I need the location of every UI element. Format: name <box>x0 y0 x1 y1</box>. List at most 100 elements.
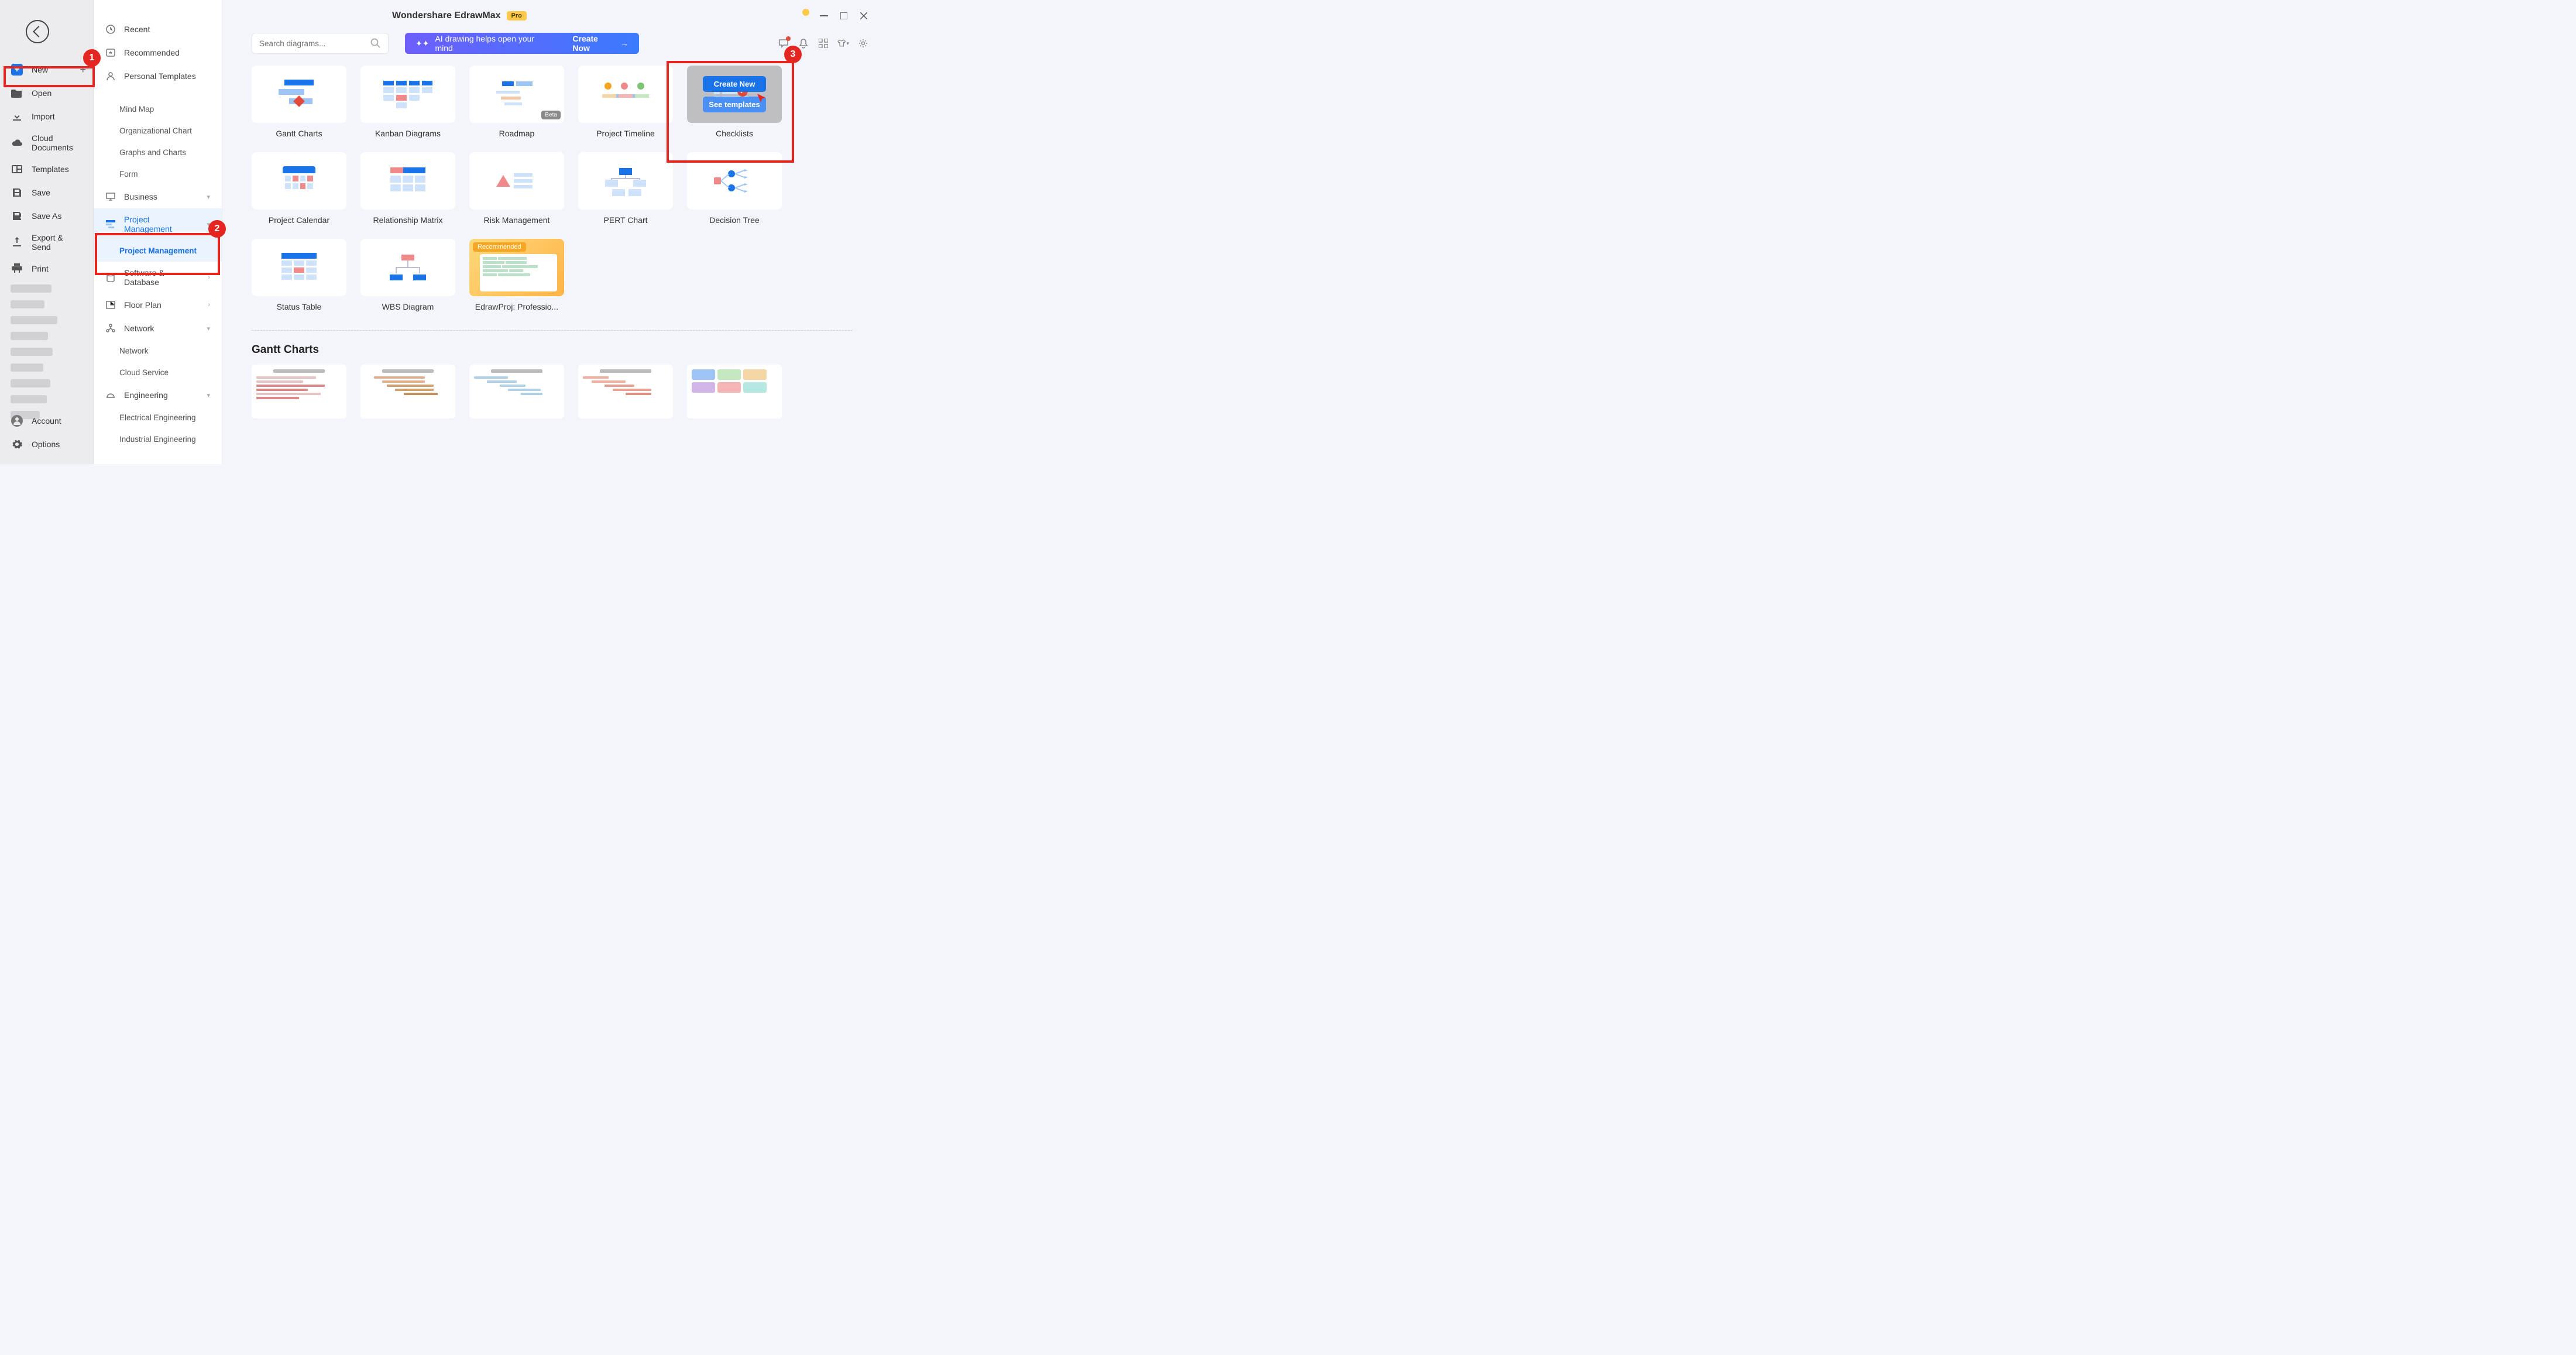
subcategory-industrial[interactable]: Industrial Engineering <box>94 428 222 450</box>
floorplan-icon <box>105 300 116 310</box>
category-recommended[interactable]: Recommended <box>94 41 222 64</box>
left-sidebar: + New + Open Import Cloud Documents Temp… <box>0 0 94 464</box>
sidebar-item-templates[interactable]: Templates <box>0 157 93 181</box>
sidebar-label: Cloud Documents <box>32 133 83 152</box>
template-checklists[interactable]: ✓ Create New See templates Checklists <box>687 66 782 138</box>
network-icon <box>105 323 116 334</box>
print-icon <box>11 262 23 275</box>
database-icon <box>105 272 116 283</box>
subcategory-form[interactable]: Form <box>94 163 222 185</box>
ai-banner-text: AI drawing helps open your mind <box>435 34 552 53</box>
subcategory-network[interactable]: Network <box>94 340 222 362</box>
template-risk[interactable]: Risk Management <box>469 152 564 225</box>
subcategory-electrical[interactable]: Electrical Engineering <box>94 407 222 428</box>
sidebar-label: Open <box>32 88 51 98</box>
create-new-button[interactable]: Create New <box>703 76 766 92</box>
sidebar-item-print[interactable]: Print <box>0 257 93 280</box>
category-personal[interactable]: Personal Templates <box>94 64 222 88</box>
chevron-right-icon: › <box>208 301 210 308</box>
template-timeline[interactable]: Project Timeline <box>578 66 673 138</box>
shirt-icon[interactable]: ▾ <box>837 37 849 49</box>
category-software[interactable]: Software & Database › <box>94 262 222 293</box>
sidebar-label: Export & Send <box>32 233 83 252</box>
template-kanban[interactable]: Kanban Diagrams <box>360 66 455 138</box>
sidebar-item-export[interactable]: Export & Send <box>0 228 93 257</box>
category-label: Engineering <box>124 390 168 400</box>
template-preview[interactable] <box>687 365 782 418</box>
category-engineering[interactable]: Engineering ▾ <box>94 383 222 407</box>
subcategory-graphs[interactable]: Graphs and Charts <box>94 142 222 163</box>
beta-badge: Beta <box>541 111 561 119</box>
template-pert[interactable]: PERT Chart <box>578 152 673 225</box>
saveas-icon <box>11 210 23 222</box>
sidebar-item-new[interactable]: + New + <box>0 58 93 81</box>
category-project-management[interactable]: Project Management ▾ <box>94 208 222 240</box>
sidebar-blurred-item <box>0 376 93 391</box>
save-icon <box>11 186 23 199</box>
sidebar-blurred-item <box>0 313 93 328</box>
sidebar-label: New <box>32 65 48 74</box>
sidebar-item-save[interactable]: Save <box>0 181 93 204</box>
category-sidebar: Recent Recommended Personal Templates Mi… <box>94 0 222 464</box>
subcategory-orgchart[interactable]: Organizational Chart <box>94 120 222 142</box>
sidebar-item-options[interactable]: Options <box>0 433 93 456</box>
category-label: Network <box>124 324 154 333</box>
chevron-right-icon: › <box>208 274 210 281</box>
template-gantt-charts[interactable]: Gantt Charts <box>252 66 346 138</box>
search-icon[interactable] <box>370 38 381 49</box>
add-icon: + <box>80 64 86 76</box>
presentation-icon <box>105 191 116 202</box>
template-roadmap[interactable]: Beta Roadmap <box>469 66 564 138</box>
sidebar-label: Save As <box>32 211 61 221</box>
sidebar-item-cloud[interactable]: Cloud Documents <box>0 128 93 157</box>
template-calendar[interactable]: Project Calendar <box>252 152 346 225</box>
main-content: Wondershare EdrawMax Pro ✦✦ AI drawing h… <box>222 0 882 464</box>
template-edrawproj[interactable]: Recommended EdrawProj: Professio... <box>469 239 564 311</box>
category-label: Floor Plan <box>124 300 162 310</box>
see-templates-button[interactable]: See templates <box>703 97 766 112</box>
category-network[interactable]: Network ▾ <box>94 317 222 340</box>
ai-banner[interactable]: ✦✦ AI drawing helps open your mind Creat… <box>405 33 639 54</box>
cursor-icon <box>757 94 768 104</box>
sidebar-blurred-item <box>0 360 93 375</box>
minimize-button[interactable] <box>819 11 829 21</box>
sidebar-item-import[interactable]: Import <box>0 105 93 128</box>
grid-icon[interactable] <box>818 37 829 49</box>
subcategory-project-management[interactable]: Project Management <box>94 240 222 262</box>
subcategory-cloud-service[interactable]: Cloud Service <box>94 362 222 383</box>
template-preview[interactable] <box>252 365 346 418</box>
category-business[interactable]: Business ▾ <box>94 185 222 208</box>
maximize-button[interactable] <box>839 11 849 21</box>
search-input[interactable] <box>259 39 370 48</box>
close-button[interactable] <box>858 11 869 21</box>
back-button[interactable] <box>26 20 49 43</box>
template-preview[interactable] <box>578 365 673 418</box>
export-icon <box>11 236 23 249</box>
category-label: Project Management <box>124 215 198 234</box>
gear-icon <box>11 438 23 451</box>
template-preview[interactable] <box>360 365 455 418</box>
sidebar-item-saveas[interactable]: Save As <box>0 204 93 228</box>
sidebar-item-account[interactable]: Account <box>0 409 93 433</box>
section-title: Gantt Charts <box>222 339 882 365</box>
sidebar-item-open[interactable]: Open <box>0 81 93 105</box>
template-decision-tree[interactable]: Decision Tree <box>687 152 782 225</box>
settings-icon[interactable] <box>857 37 869 49</box>
message-icon[interactable] <box>778 37 789 49</box>
chevron-down-icon: ▾ <box>207 221 210 228</box>
template-status-table[interactable]: Status Table <box>252 239 346 311</box>
category-label: Recommended <box>124 48 180 57</box>
category-floorplan[interactable]: Floor Plan › <box>94 293 222 317</box>
hardhat-icon <box>105 390 116 400</box>
sidebar-blurred-item <box>0 344 93 359</box>
template-wbs[interactable]: WBS Diagram <box>360 239 455 311</box>
template-relationship-matrix[interactable]: Relationship Matrix <box>360 152 455 225</box>
ai-banner-cta[interactable]: Create Now→ <box>572 34 628 53</box>
category-recent[interactable]: Recent <box>94 18 222 41</box>
subcategory-mindmap[interactable]: Mind Map <box>94 98 222 120</box>
bell-icon[interactable] <box>798 37 809 49</box>
template-grid: Gantt Charts Kanban Diagrams Beta Roadma… <box>222 66 882 323</box>
preview-grid <box>222 365 882 436</box>
project-icon <box>105 219 116 229</box>
template-preview[interactable] <box>469 365 564 418</box>
